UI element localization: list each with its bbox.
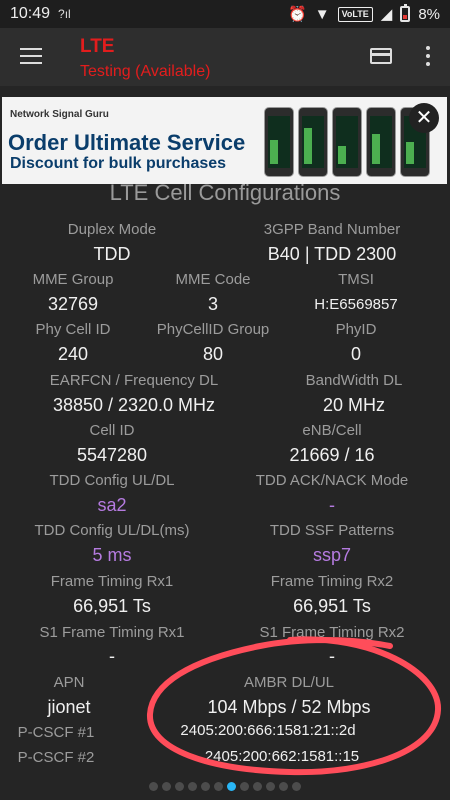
page-dot[interactable]: [214, 782, 223, 791]
card-icon[interactable]: [370, 48, 392, 64]
wifi-icon: ▼: [314, 5, 330, 23]
battery-percent: 8%: [418, 5, 440, 23]
field-value: 80: [202, 344, 224, 364]
page-dot[interactable]: [227, 782, 236, 791]
page-dot[interactable]: [201, 782, 210, 791]
field-label: Phy Cell ID: [35, 321, 111, 338]
field-value: 66,951 Ts: [73, 596, 151, 616]
status-time: 10:49: [10, 5, 51, 22]
page-dot[interactable]: [240, 782, 249, 791]
field-value: B40 | TDD 2300: [267, 244, 397, 264]
field-value: 5 ms: [92, 545, 132, 565]
ad-brand: Network Signal Guru: [10, 109, 109, 120]
field-value: 5547280: [76, 445, 148, 465]
field-value: 3: [207, 294, 219, 314]
page-dot[interactable]: [292, 782, 301, 791]
field-label: MME Group: [32, 271, 114, 288]
field-value: 38850 / 2320.0 MHz: [52, 395, 216, 415]
field-value: 104 Mbps / 52 Mbps: [207, 697, 371, 717]
field-value: 0: [350, 344, 362, 364]
field-value: 66,951 Ts: [293, 596, 371, 616]
page-dot[interactable]: [175, 782, 184, 791]
signal-icon: ◢: [380, 6, 393, 23]
app-bar: LTE Testing (Available): [0, 28, 450, 86]
field-label: Frame Timing Rx1: [50, 573, 174, 590]
field-value: TDD: [93, 244, 131, 264]
field-value: 21669 / 16: [289, 445, 375, 465]
field-value: 2405:200:662:1581::15: [204, 748, 360, 765]
status-bar: 10:49 ?ıl ⏰ ▼ VoLTE ◢ 8%: [0, 0, 450, 28]
battery-icon: [400, 4, 411, 22]
field-label: 3GPP Band Number: [263, 221, 401, 238]
field-value: -: [109, 646, 115, 666]
field-label: TMSI: [338, 271, 374, 288]
field-value: 2405:200:666:1581:21::2d: [180, 722, 356, 739]
field-label: eNB/Cell: [302, 422, 362, 439]
field-value: -: [329, 646, 335, 666]
field-label: TDD Config UL/DL: [49, 472, 175, 489]
alarm-icon: ⏰: [288, 6, 307, 23]
page-dot[interactable]: [266, 782, 275, 791]
field-label: S1 Frame Timing Rx1: [39, 624, 185, 641]
field-value: 20 MHz: [322, 395, 386, 415]
close-ad-icon[interactable]: ✕: [409, 103, 439, 133]
field-label: BandWidth DL: [305, 372, 403, 389]
page-dot[interactable]: [279, 782, 288, 791]
field-value: jionet: [47, 697, 91, 717]
field-label: MME Code: [175, 271, 251, 288]
status-icons: ⏰ ▼ VoLTE ◢ 8%: [288, 4, 440, 23]
field-value: sa2: [97, 495, 127, 515]
field-value: 240: [57, 344, 89, 364]
ad-phone-image: [332, 107, 362, 177]
more-options-icon[interactable]: [426, 46, 430, 66]
field-label: AMBR DL/UL: [243, 674, 335, 691]
ad-phone-image: [264, 107, 294, 177]
ad-phone-image: [366, 107, 396, 177]
field-label: TDD SSF Patterns: [269, 522, 395, 539]
app-title: LTE: [80, 36, 115, 57]
page-dot[interactable]: [162, 782, 171, 791]
field-value: H:E6569857: [314, 296, 398, 313]
app-subtitle: Testing (Available): [80, 63, 211, 80]
field-label: APN: [53, 674, 85, 691]
ad-headline: Order Ultimate Service: [8, 130, 246, 155]
ad-banner[interactable]: Network Signal Guru Order Ultimate Servi…: [2, 97, 447, 184]
field-value: -: [329, 495, 335, 515]
field-value: ssp7: [312, 545, 352, 565]
page-dot[interactable]: [149, 782, 158, 791]
volte-badge: VoLTE: [337, 6, 373, 22]
field-label: EARFCN / Frequency DL: [49, 372, 219, 389]
menu-icon[interactable]: [20, 48, 42, 64]
page-dot[interactable]: [253, 782, 262, 791]
ad-subheadline: Discount for bulk purchases: [10, 155, 227, 172]
ad-phone-image: [298, 107, 328, 177]
field-label: Duplex Mode: [67, 221, 157, 238]
field-label: S1 Frame Timing Rx2: [259, 624, 405, 641]
field-label: PhyCellID Group: [156, 321, 270, 338]
field-label: P-CSCF #2: [17, 749, 95, 766]
field-label: TDD ACK/NACK Mode: [255, 472, 409, 489]
page-dot[interactable]: [188, 782, 197, 791]
screen: 10:49 ?ıl ⏰ ▼ VoLTE ◢ 8% LTE Testing (Av…: [0, 0, 450, 800]
field-label: Frame Timing Rx2: [270, 573, 394, 590]
field-label: Cell ID: [89, 422, 135, 439]
status-left-icon: ?ıl: [58, 7, 71, 21]
field-value: 32769: [47, 294, 99, 314]
field-label: TDD Config UL/DL(ms): [34, 522, 190, 539]
page-indicator: [0, 782, 450, 791]
field-label: P-CSCF #1: [17, 724, 95, 741]
field-label: PhyID: [335, 321, 377, 338]
